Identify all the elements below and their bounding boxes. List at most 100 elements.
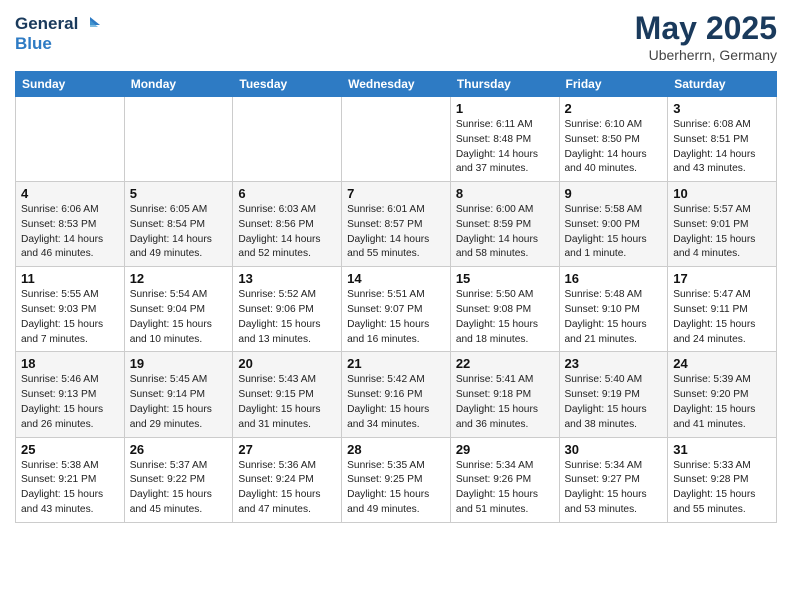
day-number: 24 [673,356,771,371]
calendar-cell: 19 Sunrise: 5:45 AMSunset: 9:14 PMDayligh… [124,352,233,437]
day-info: Sunrise: 6:00 AMSunset: 8:59 PMDaylight:… [456,203,554,262]
day-info: Sunrise: 5:47 AMSunset: 9:11 PMDaylight:… [673,288,771,347]
day-number: 27 [238,442,336,457]
page-header: General Blue May 2025 Uberherrn, Germany [15,10,777,63]
calendar-cell: 16 Sunrise: 5:48 AMSunset: 9:10 PMDayligh… [559,267,668,352]
day-info: Sunrise: 6:01 AMSunset: 8:57 PMDaylight:… [347,203,445,262]
calendar-cell: 31Sunrise: 5:33 AMSunset: 9:28 PMDayligh… [668,437,777,522]
calendar-cell: 30 Sunrise: 5:34 AMSunset: 9:27 PMDayligh… [559,437,668,522]
weekday-header-sunday: Sunday [16,72,125,97]
day-info: Sunrise: 5:35 AMSunset: 9:25 PMDaylight:… [347,459,445,518]
calendar-cell: 11 Sunrise: 5:55 AMSunset: 9:03 PMDayligh… [16,267,125,352]
day-info: Sunrise: 5:34 AMSunset: 9:27 PMDaylight:… [565,459,663,518]
title-block: May 2025 Uberherrn, Germany [635,10,777,63]
day-number: 4 [21,186,119,201]
calendar-cell: 3 Sunrise: 6:08 AMSunset: 8:51 PMDaylight… [668,97,777,182]
day-info: Sunrise: 5:38 AMSunset: 9:21 PMDaylight:… [21,459,119,518]
calendar-cell: 8 Sunrise: 6:00 AMSunset: 8:59 PMDaylight… [450,182,559,267]
day-info: Sunrise: 6:08 AMSunset: 8:51 PMDaylight:… [673,118,771,177]
day-number: 17 [673,271,771,286]
day-number: 22 [456,356,554,371]
day-number: 11 [21,271,119,286]
day-number: 13 [238,271,336,286]
calendar-cell: 27 Sunrise: 5:36 AMSunset: 9:24 PMDayligh… [233,437,342,522]
day-number: 28 [347,442,445,457]
day-info: Sunrise: 6:06 AMSunset: 8:53 PMDaylight:… [21,203,119,262]
calendar-cell: 22 Sunrise: 5:41 AMSunset: 9:18 PMDayligh… [450,352,559,437]
weekday-header-friday: Friday [559,72,668,97]
day-info: Sunrise: 5:39 AMSunset: 9:20 PMDaylight:… [673,373,771,432]
calendar-cell: 9 Sunrise: 5:58 AMSunset: 9:00 PMDaylight… [559,182,668,267]
day-info: Sunrise: 5:48 AMSunset: 9:10 PMDaylight:… [565,288,663,347]
day-info: Sunrise: 5:41 AMSunset: 9:18 PMDaylight:… [456,373,554,432]
day-number: 5 [130,186,228,201]
day-info: Sunrise: 5:46 AMSunset: 9:13 PMDaylight:… [21,373,119,432]
calendar-cell: 24 Sunrise: 5:39 AMSunset: 9:20 PMDayligh… [668,352,777,437]
calendar-cell: 21 Sunrise: 5:42 AMSunset: 9:16 PMDayligh… [342,352,451,437]
day-number: 2 [565,101,663,116]
day-info: Sunrise: 5:54 AMSunset: 9:04 PMDaylight:… [130,288,228,347]
calendar-cell: 20 Sunrise: 5:43 AMSunset: 9:15 PMDayligh… [233,352,342,437]
calendar-cell: 13 Sunrise: 5:52 AMSunset: 9:06 PMDayligh… [233,267,342,352]
day-number: 15 [456,271,554,286]
day-number: 8 [456,186,554,201]
day-number: 30 [565,442,663,457]
day-number: 10 [673,186,771,201]
calendar-cell [233,97,342,182]
day-info: Sunrise: 6:03 AMSunset: 8:56 PMDaylight:… [238,203,336,262]
day-info: Sunrise: 5:55 AMSunset: 9:03 PMDaylight:… [21,288,119,347]
day-number: 29 [456,442,554,457]
month-title: May 2025 [635,10,777,47]
day-info: Sunrise: 5:45 AMSunset: 9:14 PMDaylight:… [130,373,228,432]
calendar-cell: 23 Sunrise: 5:40 AMSunset: 9:19 PMDayligh… [559,352,668,437]
day-number: 1 [456,101,554,116]
calendar-cell: 15 Sunrise: 5:50 AMSunset: 9:08 PMDayligh… [450,267,559,352]
day-info: Sunrise: 5:51 AMSunset: 9:07 PMDaylight:… [347,288,445,347]
calendar-cell: 26Sunrise: 5:37 AMSunset: 9:22 PMDayligh… [124,437,233,522]
weekday-header-saturday: Saturday [668,72,777,97]
calendar-cell: 12 Sunrise: 5:54 AMSunset: 9:04 PMDayligh… [124,267,233,352]
calendar-cell [342,97,451,182]
day-number: 9 [565,186,663,201]
day-number: 12 [130,271,228,286]
day-info: Sunrise: 5:50 AMSunset: 9:08 PMDaylight:… [456,288,554,347]
calendar-cell: 1 Sunrise: 6:11 AMSunset: 8:48 PMDaylight… [450,97,559,182]
day-number: 31 [673,442,771,457]
day-info: Sunrise: 6:11 AMSunset: 8:48 PMDaylight:… [456,118,554,177]
calendar-cell: 5 Sunrise: 6:05 AMSunset: 8:54 PMDaylight… [124,182,233,267]
day-info: Sunrise: 5:57 AMSunset: 9:01 PMDaylight:… [673,203,771,262]
day-number: 21 [347,356,445,371]
calendar-cell: 17 Sunrise: 5:47 AMSunset: 9:11 PMDayligh… [668,267,777,352]
day-info: Sunrise: 5:52 AMSunset: 9:06 PMDaylight:… [238,288,336,347]
day-number: 7 [347,186,445,201]
weekday-header-tuesday: Tuesday [233,72,342,97]
calendar-cell: 29 Sunrise: 5:34 AMSunset: 9:26 PMDayligh… [450,437,559,522]
calendar-cell: 10 Sunrise: 5:57 AMSunset: 9:01 PMDayligh… [668,182,777,267]
weekday-header-monday: Monday [124,72,233,97]
day-number: 16 [565,271,663,286]
day-number: 6 [238,186,336,201]
calendar-cell: 25Sunrise: 5:38 AMSunset: 9:21 PMDayligh… [16,437,125,522]
day-number: 19 [130,356,228,371]
day-number: 20 [238,356,336,371]
day-info: Sunrise: 5:34 AMSunset: 9:26 PMDaylight:… [456,459,554,518]
day-number: 3 [673,101,771,116]
calendar-cell: 7 Sunrise: 6:01 AMSunset: 8:57 PMDaylight… [342,182,451,267]
calendar-cell: 28 Sunrise: 5:35 AMSunset: 9:25 PMDayligh… [342,437,451,522]
day-number: 18 [21,356,119,371]
day-info: Sunrise: 5:40 AMSunset: 9:19 PMDaylight:… [565,373,663,432]
calendar-cell: 14Sunrise: 5:51 AMSunset: 9:07 PMDayligh… [342,267,451,352]
calendar-cell: 2Sunrise: 6:10 AMSunset: 8:50 PMDaylight… [559,97,668,182]
day-info: Sunrise: 5:36 AMSunset: 9:24 PMDaylight:… [238,459,336,518]
calendar-cell [124,97,233,182]
calendar-cell [16,97,125,182]
day-info: Sunrise: 5:42 AMSunset: 9:16 PMDaylight:… [347,373,445,432]
calendar-cell: 18 Sunrise: 5:46 AMSunset: 9:13 PMDayligh… [16,352,125,437]
day-info: Sunrise: 5:43 AMSunset: 9:15 PMDaylight:… [238,373,336,432]
location-subtitle: Uberherrn, Germany [635,47,777,63]
day-info: Sunrise: 6:05 AMSunset: 8:54 PMDaylight:… [130,203,228,262]
logo-bird-icon [80,15,100,33]
day-number: 23 [565,356,663,371]
logo: General Blue [15,14,100,53]
day-info: Sunrise: 5:58 AMSunset: 9:00 PMDaylight:… [565,203,663,262]
